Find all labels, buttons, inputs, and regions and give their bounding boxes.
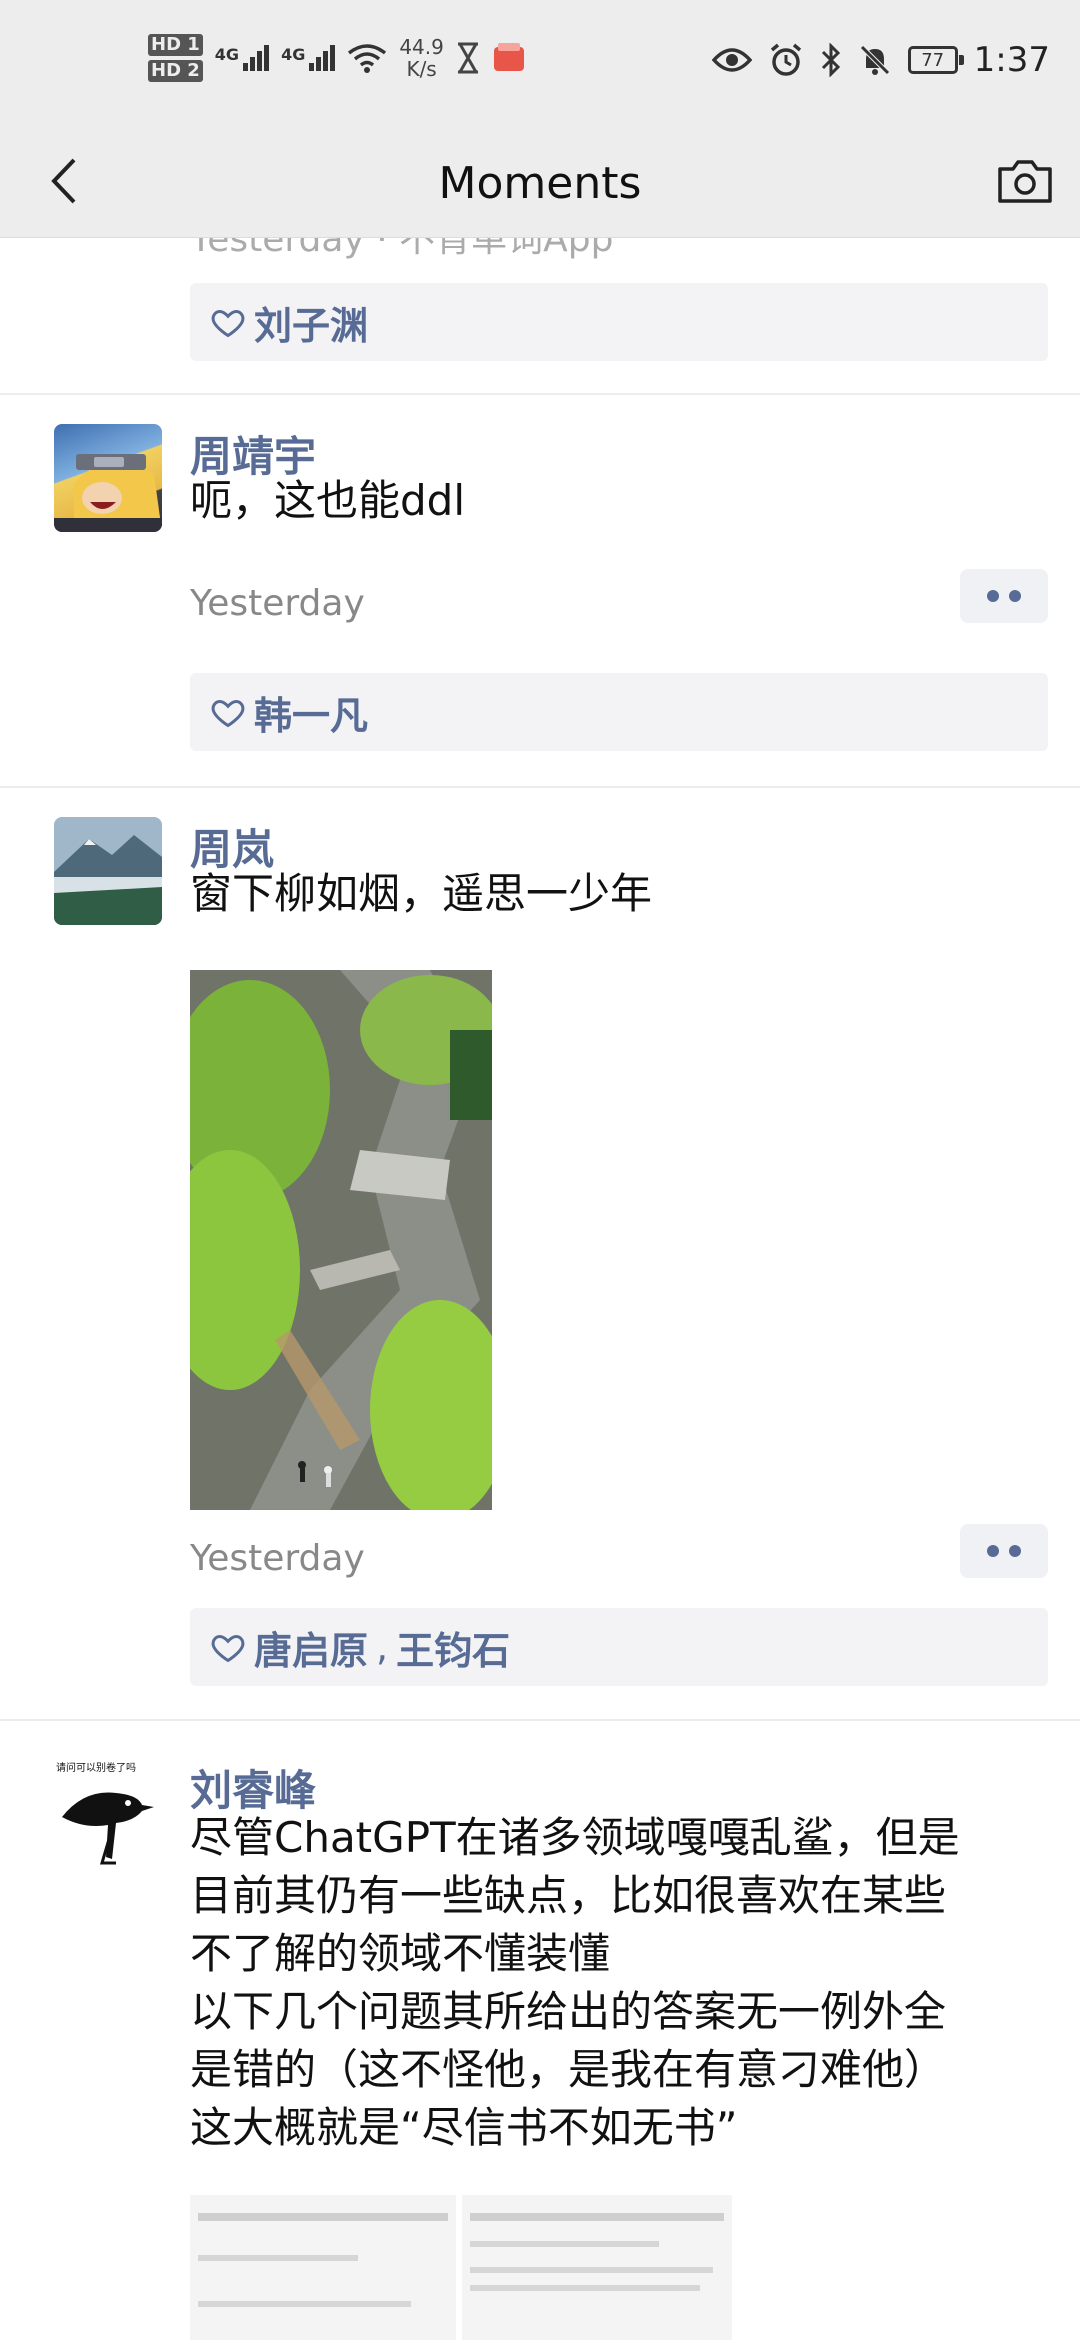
post-image[interactable] bbox=[462, 2195, 732, 2340]
moment-post: 周靖宇 呃，这也能ddl Yesterday 韩一凡 bbox=[0, 393, 1080, 788]
hourglass-icon bbox=[457, 42, 478, 74]
back-button[interactable] bbox=[28, 146, 98, 216]
camera-button[interactable] bbox=[990, 146, 1060, 216]
likes-bar: 刘子渊 bbox=[190, 283, 1048, 361]
signal-icon: 4G bbox=[281, 45, 336, 71]
app-notification-icon bbox=[493, 43, 524, 71]
like-name[interactable]: 唐启原 bbox=[254, 1620, 368, 1675]
likes-bar: 唐启原, 王钧石 bbox=[190, 1608, 1048, 1686]
more-dots-icon bbox=[987, 1545, 999, 1557]
post-timestamp: Yesterday bbox=[190, 1538, 365, 1579]
post-text: 呃，这也能ddl bbox=[190, 476, 465, 525]
clock: 1:37 bbox=[973, 40, 1050, 80]
likes-bar: 韩一凡 bbox=[190, 673, 1048, 751]
post-text-line: 是错的（这不怪他，是我在有意刁难他） bbox=[190, 2045, 947, 2094]
more-dots-icon bbox=[987, 590, 999, 602]
moment-post: 周岚 窗下柳如烟，遥思一少年 Yesterday 唐启原 , 王钧石 bbox=[0, 786, 1080, 1721]
camera-icon bbox=[998, 160, 1052, 203]
heart-icon bbox=[211, 699, 245, 728]
alarm-icon bbox=[770, 43, 801, 76]
wifi-icon bbox=[348, 44, 387, 73]
post-text-line: 这大概就是“尽信书不如无书” bbox=[190, 2103, 738, 2152]
like-name[interactable]: 韩一凡 bbox=[254, 685, 368, 740]
post-text: 尽管ChatGPT在诸多领域嘎嘎乱鲨，但是 目前其仍有一些缺点，比如很喜欢在某些… bbox=[190, 1809, 1050, 2157]
more-button[interactable] bbox=[960, 569, 1048, 623]
post-text-line: 尽管ChatGPT在诸多领域嘎嘎乱鲨，但是 bbox=[190, 1813, 960, 1862]
heart-icon bbox=[211, 309, 245, 338]
eye-icon bbox=[711, 48, 752, 72]
like-name[interactable]: 刘子渊 bbox=[254, 295, 368, 350]
post-text-line: 以下几个问题其所给出的答案无一例外全 bbox=[190, 1987, 947, 2036]
signal-icon: 4G bbox=[215, 45, 270, 71]
status-bar: HD 1 HD 2 4G 4G 44.9 K/s 77 1:37 bbox=[0, 0, 1080, 130]
post-text-line: 目前其仍有一些缺点，比如很喜欢在某些 bbox=[190, 1871, 947, 1920]
page-title: Moments bbox=[438, 158, 642, 209]
avatar-caption: 请问可以别卷了吗 bbox=[56, 1763, 136, 1774]
post-text: 窗下柳如烟，遥思一少年 bbox=[190, 869, 653, 918]
network-speed: 44.9 K/s bbox=[399, 35, 444, 81]
bluetooth-icon bbox=[821, 43, 840, 77]
avatar[interactable] bbox=[54, 424, 162, 532]
post-text-line: 不了解的领域不懂装懂 bbox=[190, 1929, 611, 1978]
post-image[interactable] bbox=[190, 2195, 456, 2340]
moments-feed[interactable]: Yesterday · 不背单词App 刘子渊 周靖宇 呃，这也能ddl Yes… bbox=[0, 0, 1080, 2340]
back-chevron-icon bbox=[51, 158, 76, 204]
moment-post: 请问可以别卷了吗 刘睿峰 尽管ChatGPT在诸多领域嘎嘎乱鲨，但是 目前其仍有… bbox=[0, 1719, 1080, 2340]
battery-icon: 77 bbox=[907, 46, 964, 74]
post-timestamp: Yesterday bbox=[190, 583, 365, 624]
heart-icon bbox=[211, 1634, 245, 1663]
mute-bell-icon bbox=[859, 45, 890, 75]
more-button[interactable] bbox=[960, 1524, 1048, 1578]
app-header: Moments bbox=[0, 130, 1080, 237]
post-image[interactable] bbox=[190, 970, 492, 1510]
avatar[interactable] bbox=[54, 817, 162, 925]
hd-indicators: HD 1 HD 2 bbox=[148, 34, 203, 82]
avatar[interactable]: 请问可以别卷了吗 bbox=[54, 1759, 162, 1867]
like-name[interactable]: 王钧石 bbox=[396, 1620, 510, 1675]
